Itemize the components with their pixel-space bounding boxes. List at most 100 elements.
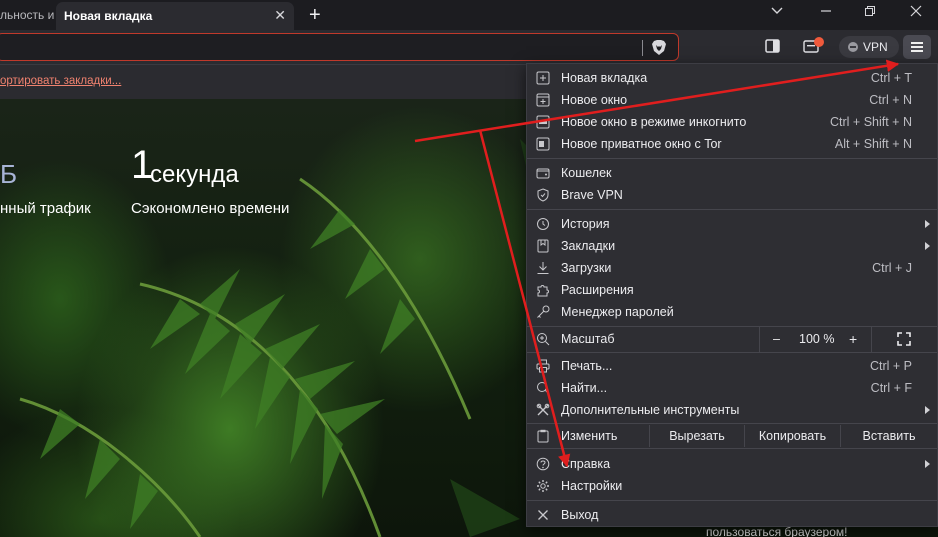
address-separator bbox=[642, 40, 643, 56]
tab-new-tab[interactable]: Новая вкладка ✕ bbox=[56, 2, 294, 30]
tab-previous[interactable]: льность и bbox=[0, 0, 55, 30]
menu-item-tor-window[interactable]: Новое приватное окно с Tor Alt + Shift +… bbox=[527, 133, 937, 155]
address-bar[interactable] bbox=[0, 33, 679, 61]
menu-item-label: Настройки bbox=[561, 479, 623, 493]
zoom-divider bbox=[759, 326, 760, 352]
tab-previous-title: льность и bbox=[0, 8, 55, 22]
menu-item-label: Brave VPN bbox=[561, 188, 623, 202]
brave-news-icon[interactable] bbox=[803, 37, 825, 60]
menu-item-more-tools[interactable]: Дополнительные инструменты bbox=[527, 399, 937, 421]
menu-item-shortcut: Ctrl + J bbox=[872, 261, 912, 275]
menu-item-label: Закладки bbox=[561, 239, 616, 253]
zoom-divider bbox=[871, 326, 872, 352]
zoom-in-button[interactable]: + bbox=[849, 331, 857, 347]
vpn-status-icon bbox=[848, 42, 858, 52]
menu-item-label: Изменить bbox=[561, 429, 618, 443]
menu-item-help[interactable]: Справка bbox=[527, 453, 937, 475]
menu-item-password-manager[interactable]: Менеджер паролей bbox=[527, 301, 937, 323]
submenu-arrow-icon bbox=[925, 242, 930, 250]
new-tab-button[interactable]: + bbox=[309, 3, 321, 27]
incognito-icon bbox=[536, 115, 550, 129]
puzzle-icon bbox=[537, 285, 549, 297]
menu-item-label: Печать... bbox=[561, 359, 613, 373]
import-bookmarks-link[interactable]: ортировать закладки... bbox=[0, 75, 121, 87]
stat-bandwidth-value: Б bbox=[0, 159, 18, 189]
menu-item-bookmarks[interactable]: Закладки bbox=[527, 235, 937, 257]
brave-shields-icon[interactable] bbox=[651, 39, 667, 56]
menu-item-incognito[interactable]: Новое окно в режиме инкогнито Ctrl + Shi… bbox=[527, 111, 937, 133]
menu-item-shortcut: Ctrl + P bbox=[869, 359, 912, 373]
menu-separator bbox=[527, 500, 937, 501]
hamburger-icon bbox=[911, 42, 923, 44]
stat-bandwidth-label: нный трафик bbox=[0, 200, 91, 217]
minimize-icon[interactable] bbox=[816, 5, 836, 20]
sidebar-icon[interactable] bbox=[765, 39, 780, 58]
cut-button[interactable]: Вырезать bbox=[649, 425, 744, 447]
history-icon bbox=[537, 218, 549, 230]
tab-strip: льность и Новая вкладка ✕ + bbox=[0, 0, 938, 30]
toolbar: VPN bbox=[0, 30, 938, 64]
main-menu-button[interactable] bbox=[903, 35, 931, 59]
menu-item-find[interactable]: Найти... Ctrl + F bbox=[527, 377, 937, 399]
gear-icon bbox=[537, 480, 549, 492]
clipboard-icon bbox=[537, 429, 549, 443]
submenu-arrow-icon bbox=[925, 460, 930, 468]
menu-item-wallet[interactable]: Кошелек bbox=[527, 162, 937, 184]
menu-separator bbox=[527, 448, 937, 449]
menu-separator bbox=[527, 158, 937, 159]
menu-item-history[interactable]: История bbox=[527, 213, 937, 235]
zoom-level-value: 100 % bbox=[799, 332, 835, 346]
menu-item-label: Загрузки bbox=[561, 261, 612, 275]
menu-item-settings[interactable]: Настройки bbox=[527, 475, 937, 497]
close-window-icon[interactable] bbox=[906, 5, 926, 20]
menu-item-label: Выход bbox=[561, 508, 599, 522]
tab-search-chevron-icon[interactable] bbox=[767, 3, 787, 18]
search-icon bbox=[537, 382, 550, 395]
menu-item-new-tab[interactable]: Новая вкладка Ctrl + T bbox=[527, 67, 937, 89]
app-menu: Новая вкладка Ctrl + T Новое окно Ctrl +… bbox=[526, 63, 938, 527]
menu-item-extensions[interactable]: Расширения bbox=[527, 279, 937, 301]
vpn-button[interactable]: VPN bbox=[839, 36, 899, 58]
menu-item-label: Кошелек bbox=[561, 166, 612, 180]
menu-item-shortcut: Ctrl + N bbox=[869, 93, 912, 107]
menu-item-shortcut: Ctrl + T bbox=[870, 71, 912, 85]
tools-icon bbox=[536, 403, 550, 416]
submenu-arrow-icon bbox=[925, 220, 930, 228]
hamburger-line bbox=[911, 50, 923, 52]
paste-button[interactable]: Вставить bbox=[840, 425, 937, 447]
print-icon bbox=[536, 359, 550, 373]
fullscreen-icon[interactable] bbox=[897, 332, 911, 346]
vpn-label: VPN bbox=[863, 40, 888, 54]
close-icon bbox=[538, 510, 548, 520]
zoom-out-button[interactable]: – bbox=[773, 332, 780, 346]
menu-item-label: Новое окно в режиме инкогнито bbox=[561, 115, 747, 129]
menu-item-zoom: Масштаб – 100 % + bbox=[527, 326, 937, 352]
menu-item-label: Менеджер паролей bbox=[561, 305, 674, 319]
menu-item-shortcut: Alt + Shift + N bbox=[834, 137, 912, 151]
new-tab-icon bbox=[536, 71, 550, 85]
stat-time-unit: секунда bbox=[150, 161, 239, 188]
new-window-icon bbox=[536, 93, 550, 107]
menu-item-downloads[interactable]: Загрузки Ctrl + J bbox=[527, 257, 937, 279]
shield-icon bbox=[537, 188, 549, 202]
copy-button[interactable]: Копировать bbox=[744, 425, 840, 447]
hamburger-line bbox=[911, 46, 923, 48]
menu-item-label: Дополнительные инструменты bbox=[561, 403, 740, 417]
menu-item-label: Справка bbox=[561, 457, 611, 471]
key-icon bbox=[537, 305, 550, 318]
menu-item-new-window[interactable]: Новое окно Ctrl + N bbox=[527, 89, 937, 111]
menu-item-shortcut: Ctrl + Shift + N bbox=[830, 115, 912, 129]
restore-icon[interactable] bbox=[860, 5, 880, 20]
submenu-arrow-icon bbox=[925, 406, 930, 414]
menu-separator bbox=[527, 423, 937, 424]
menu-separator bbox=[527, 209, 937, 210]
help-icon bbox=[536, 457, 550, 471]
menu-item-brave-vpn[interactable]: Brave VPN bbox=[527, 184, 937, 206]
menu-item-edit: Изменить Вырезать Копировать Вставить bbox=[527, 425, 937, 447]
menu-separator bbox=[527, 352, 937, 353]
menu-item-print[interactable]: Печать... Ctrl + P bbox=[527, 355, 937, 377]
menu-item-exit[interactable]: Выход bbox=[527, 504, 937, 526]
menu-item-label: История bbox=[561, 217, 610, 231]
tab-title: Новая вкладка bbox=[64, 9, 153, 23]
tab-close-icon[interactable]: ✕ bbox=[274, 7, 286, 24]
